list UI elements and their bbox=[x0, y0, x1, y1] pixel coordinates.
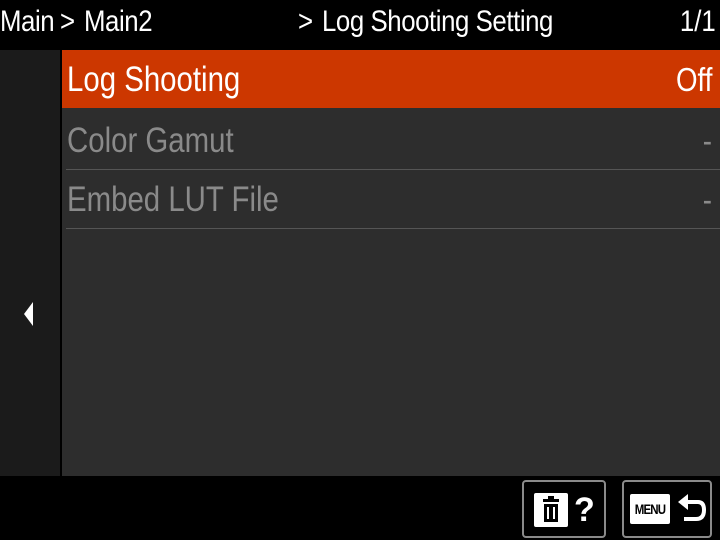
header-bar: Main > Main2 > Log Shooting Setting 1/1 bbox=[0, 0, 720, 48]
return-arrow-icon bbox=[676, 492, 708, 528]
menu-list: Log Shooting Off Color Gamut - Embed LUT… bbox=[62, 50, 720, 476]
page-title: Log Shooting Setting bbox=[322, 5, 553, 38]
chevron-left-icon[interactable] bbox=[24, 302, 33, 326]
menu-item-embed-lut-file[interactable]: Embed LUT File - bbox=[62, 170, 720, 229]
help-icon: ? bbox=[574, 491, 595, 529]
breadcrumb-separator: > bbox=[298, 5, 313, 38]
menu-item-label: Log Shooting bbox=[67, 60, 241, 99]
menu-return-button[interactable]: MENU bbox=[622, 480, 712, 538]
breadcrumb-main[interactable]: Main bbox=[0, 3, 55, 41]
page-indicator: 1/1 bbox=[680, 5, 716, 38]
menu-item-color-gamut[interactable]: Color Gamut - bbox=[62, 111, 720, 170]
menu-item-value: - bbox=[702, 181, 712, 218]
menu-icon: MENU bbox=[630, 494, 670, 524]
menu-item-log-shooting[interactable]: Log Shooting Off bbox=[62, 50, 720, 108]
menu-item-value: - bbox=[702, 122, 712, 159]
trash-icon bbox=[534, 493, 568, 527]
sidebar-panel bbox=[0, 50, 60, 476]
row-divider bbox=[66, 228, 720, 229]
menu-item-label: Embed LUT File bbox=[67, 180, 279, 219]
menu-item-label: Color Gamut bbox=[67, 121, 234, 160]
delete-help-button[interactable]: ? bbox=[522, 480, 606, 538]
menu-item-value: Off bbox=[675, 61, 712, 98]
menu-icon-label: MENU bbox=[634, 501, 666, 517]
breadcrumb-separator: > bbox=[60, 5, 75, 38]
row-divider bbox=[66, 169, 720, 170]
breadcrumb-main2[interactable]: Main2 bbox=[84, 3, 153, 41]
footer-bar: ? MENU bbox=[0, 476, 720, 540]
